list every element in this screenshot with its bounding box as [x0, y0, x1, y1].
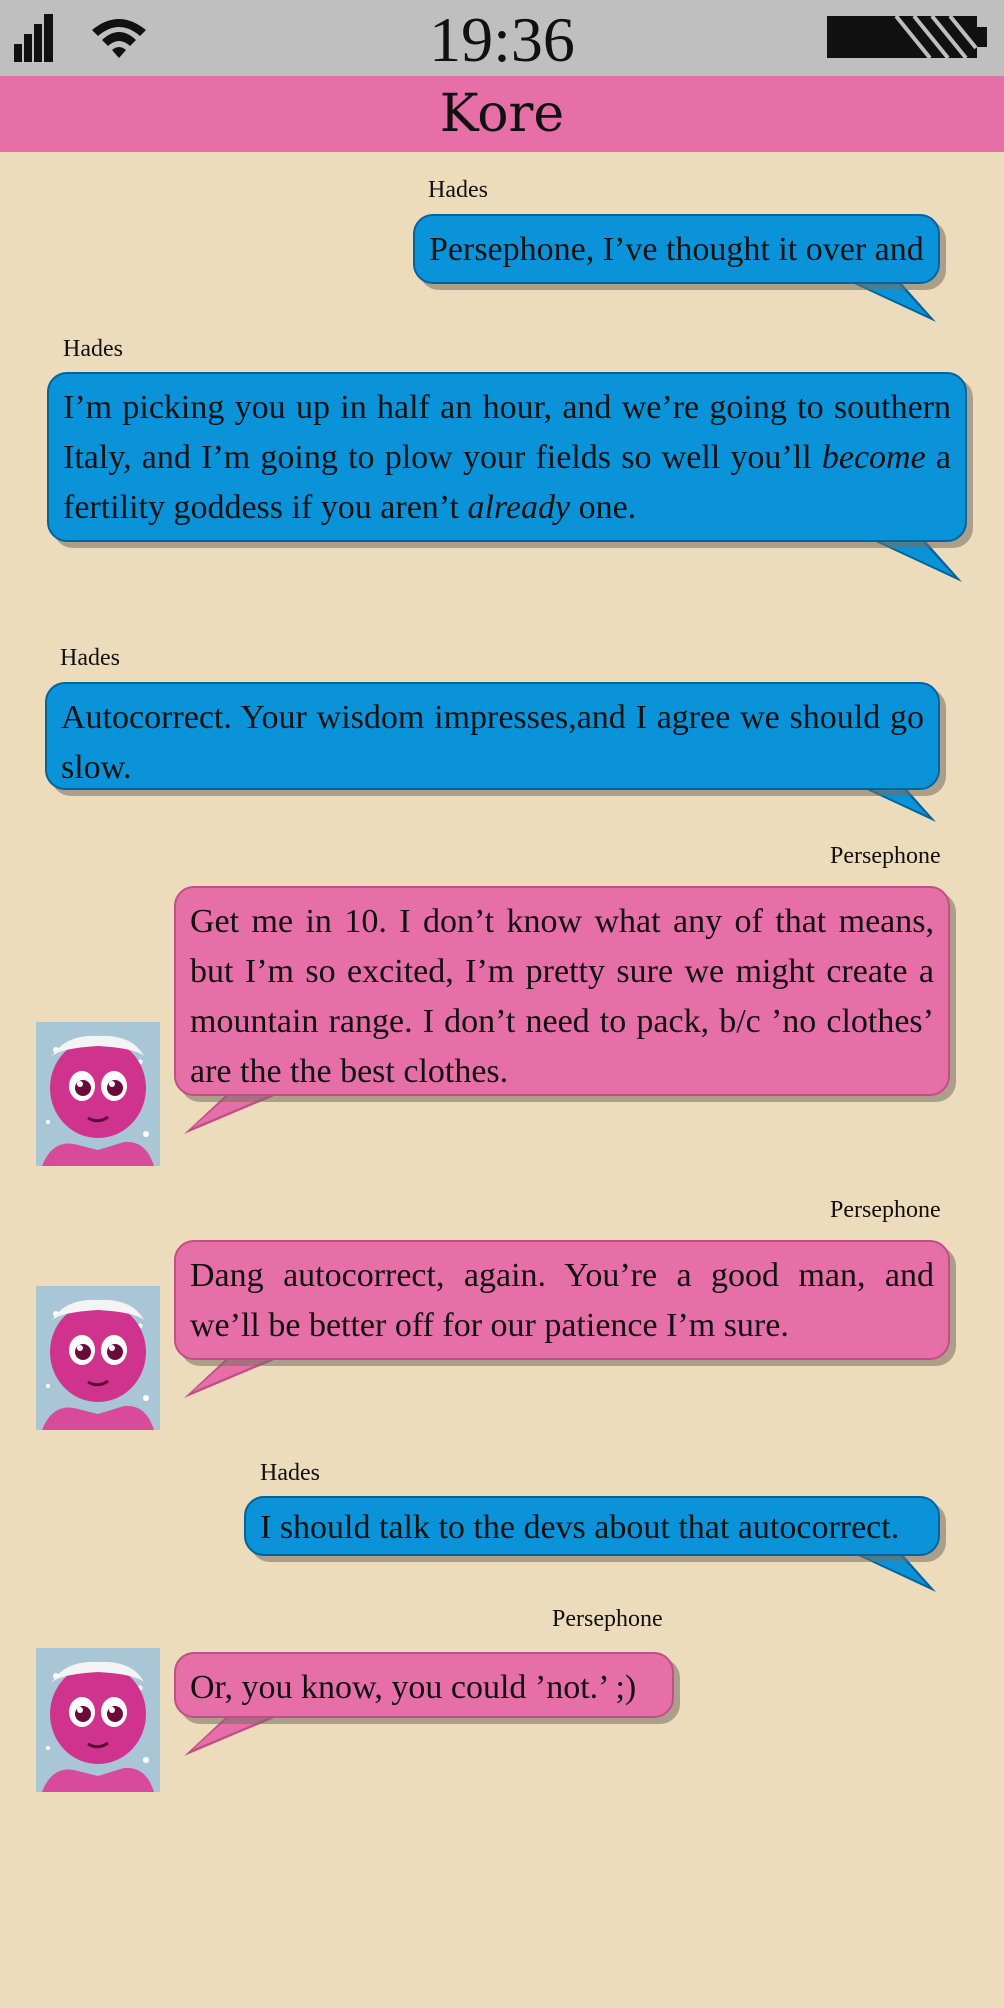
- persephone-avatar[interactable]: [36, 1286, 160, 1430]
- message-bubble[interactable]: I should talk to the devs about that aut…: [244, 1496, 940, 1556]
- message-text: I’m picking you up in half an hour, and …: [63, 389, 952, 526]
- sender-label: Hades: [260, 1460, 320, 1486]
- message-text: Autocorrect. Your wisdom impresses,and I…: [61, 699, 924, 786]
- message-bubble[interactable]: Persephone, I’ve thought it over and: [413, 214, 940, 284]
- persephone-avatar[interactable]: [36, 1648, 160, 1792]
- message-text: Dang autocorrect, again. You’re a good m…: [190, 1257, 934, 1344]
- sender-label: Hades: [63, 336, 123, 362]
- message-text: Or, you know, you could ’not.’ ;): [190, 1669, 637, 1706]
- message-text: I should talk to the devs about that aut…: [260, 1509, 900, 1546]
- message-bubble[interactable]: Get me in 10. I don’t know what any of t…: [174, 886, 950, 1096]
- battery-icon: [827, 14, 987, 60]
- message-text: Persephone, I’ve thought it over and: [429, 231, 924, 268]
- message-text: Get me in 10. I don’t know what any of t…: [190, 903, 934, 1090]
- status-bar: 19:36: [0, 0, 1004, 76]
- contact-name: Kore: [439, 84, 565, 144]
- conversation-header: Kore: [0, 76, 1004, 152]
- message-bubble[interactable]: Dang autocorrect, again. You’re a good m…: [174, 1240, 950, 1360]
- sender-label: Persephone: [552, 1606, 663, 1632]
- persephone-avatar[interactable]: [36, 1022, 160, 1166]
- message-bubble[interactable]: I’m picking you up in half an hour, and …: [47, 372, 967, 542]
- message-bubble[interactable]: Or, you know, you could ’not.’ ;): [174, 1652, 674, 1718]
- sender-label: Persephone: [830, 843, 941, 869]
- sender-label: Hades: [428, 177, 488, 203]
- message-bubble[interactable]: Autocorrect. Your wisdom impresses,and I…: [45, 682, 940, 790]
- sender-label: Persephone: [830, 1197, 941, 1223]
- sender-label: Hades: [60, 645, 120, 671]
